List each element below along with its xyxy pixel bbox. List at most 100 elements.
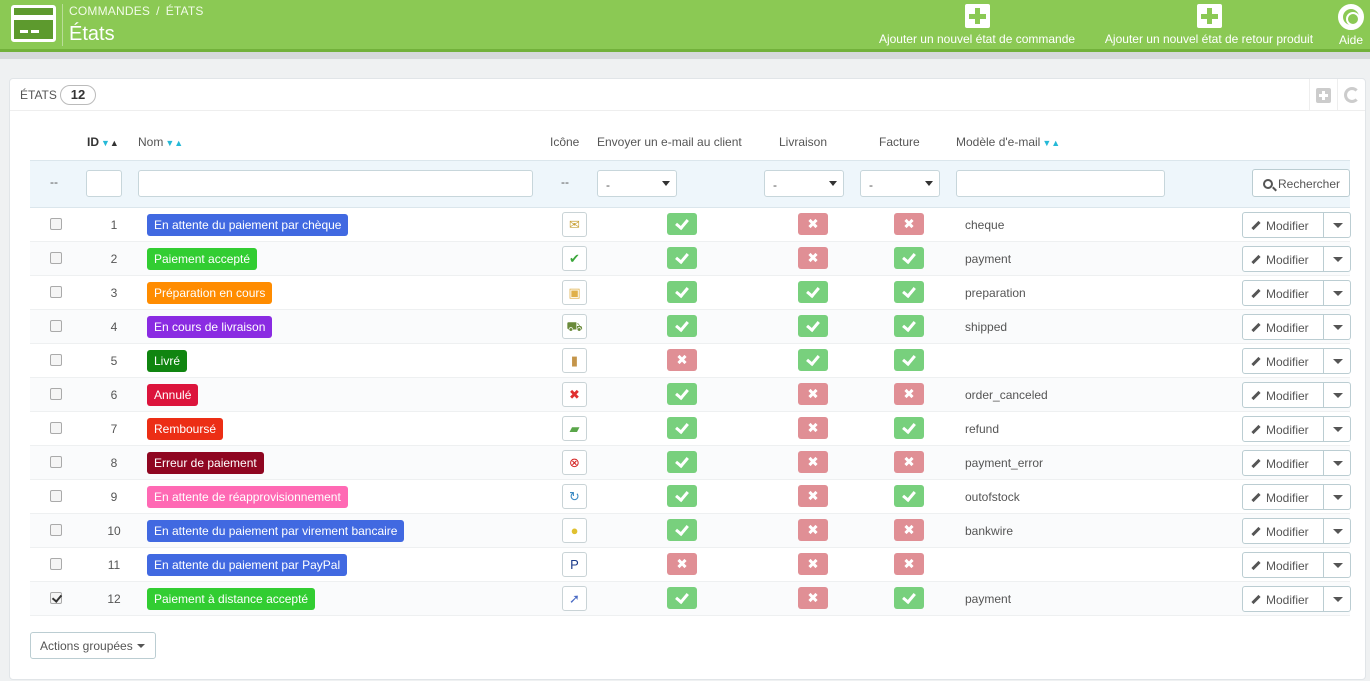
delivery-toggle[interactable] <box>798 553 828 575</box>
send-email-toggle[interactable] <box>667 587 697 609</box>
invoice-toggle[interactable] <box>894 587 924 609</box>
sort-asc-icon[interactable]: ▲ <box>110 138 119 148</box>
edit-button[interactable]: Modifier <box>1242 450 1324 476</box>
invoice-toggle[interactable] <box>894 383 924 405</box>
row-select-checkbox[interactable] <box>50 218 62 230</box>
add-new-tool-button[interactable] <box>1309 79 1337 111</box>
row-actions-dropdown[interactable] <box>1323 280 1351 306</box>
table-row[interactable]: 9 En attente de réapprovisionnement ↻ outof… <box>30 480 1351 514</box>
edit-button[interactable]: Modifier <box>1242 552 1324 578</box>
invoice-toggle[interactable] <box>894 417 924 439</box>
add-return-state-button[interactable]: Ajouter un nouvel état de retour produit <box>1095 4 1323 46</box>
send-email-toggle[interactable] <box>667 213 697 235</box>
delivery-toggle[interactable] <box>798 451 828 473</box>
edit-button[interactable]: Modifier <box>1242 280 1324 306</box>
row-select-checkbox[interactable] <box>50 456 62 468</box>
invoice-toggle[interactable] <box>894 247 924 269</box>
row-actions-dropdown[interactable] <box>1323 348 1351 374</box>
row-actions-dropdown[interactable] <box>1323 382 1351 408</box>
row-actions-dropdown[interactable] <box>1323 552 1351 578</box>
delivery-toggle[interactable] <box>798 281 828 303</box>
row-select-checkbox[interactable] <box>50 422 62 434</box>
send-email-toggle[interactable] <box>667 485 697 507</box>
row-actions-dropdown[interactable] <box>1323 518 1351 544</box>
send-email-toggle[interactable] <box>667 349 697 371</box>
row-select-checkbox[interactable] <box>50 490 62 502</box>
delivery-toggle[interactable] <box>798 383 828 405</box>
breadcrumb-orders[interactable]: COMMANDES <box>69 4 150 18</box>
bulk-actions-button[interactable]: Actions groupées <box>30 632 156 659</box>
refresh-list-button[interactable] <box>1337 79 1365 111</box>
delivery-toggle[interactable] <box>798 349 828 371</box>
filter-name-input[interactable] <box>138 170 533 197</box>
invoice-toggle[interactable] <box>894 315 924 337</box>
filter-template-input[interactable] <box>956 170 1165 197</box>
breadcrumb-states[interactable]: ÉTATS <box>166 4 204 18</box>
send-email-toggle[interactable] <box>667 383 697 405</box>
invoice-toggle[interactable] <box>894 213 924 235</box>
edit-button[interactable]: Modifier <box>1242 484 1324 510</box>
invoice-toggle[interactable] <box>894 553 924 575</box>
sort-asc-icon[interactable]: ▲ <box>1051 138 1060 148</box>
sort-asc-icon[interactable]: ▲ <box>174 138 183 148</box>
delivery-toggle[interactable] <box>798 213 828 235</box>
row-actions-dropdown[interactable] <box>1323 586 1351 612</box>
row-select-checkbox[interactable] <box>50 354 62 366</box>
row-actions-dropdown[interactable] <box>1323 484 1351 510</box>
delivery-toggle[interactable] <box>798 485 828 507</box>
row-actions-dropdown[interactable] <box>1323 314 1351 340</box>
row-actions-dropdown[interactable] <box>1323 416 1351 442</box>
table-row[interactable]: 4 En cours de livraison ⛟ shipped Modifier <box>30 310 1351 344</box>
row-select-checkbox[interactable] <box>50 252 62 264</box>
row-select-checkbox[interactable] <box>50 286 62 298</box>
edit-button[interactable]: Modifier <box>1242 212 1324 238</box>
delivery-toggle[interactable] <box>798 247 828 269</box>
delivery-toggle[interactable] <box>798 315 828 337</box>
edit-button[interactable]: Modifier <box>1242 314 1324 340</box>
row-select-checkbox[interactable] <box>50 592 62 604</box>
table-row[interactable]: 7 Remboursé ▰ refund Modifier <box>30 412 1351 446</box>
row-actions-dropdown[interactable] <box>1323 246 1351 272</box>
table-row[interactable]: 11 En attente du paiement par PayPal P Modi… <box>30 548 1351 582</box>
row-select-checkbox[interactable] <box>50 524 62 536</box>
edit-button[interactable]: Modifier <box>1242 518 1324 544</box>
send-email-toggle[interactable] <box>667 315 697 337</box>
delivery-toggle[interactable] <box>798 587 828 609</box>
edit-button[interactable]: Modifier <box>1242 416 1324 442</box>
send-email-toggle[interactable] <box>667 417 697 439</box>
invoice-toggle[interactable] <box>894 485 924 507</box>
filter-delivery-select[interactable]: - <box>764 170 844 197</box>
add-order-state-button[interactable]: Ajouter un nouvel état de commande <box>872 4 1082 46</box>
search-button[interactable]: Rechercher <box>1252 169 1350 197</box>
row-select-checkbox[interactable] <box>50 320 62 332</box>
help-button[interactable]: Aide <box>1335 4 1367 47</box>
row-select-checkbox[interactable] <box>50 558 62 570</box>
sort-desc-icon[interactable]: ▼ <box>101 138 110 148</box>
edit-button[interactable]: Modifier <box>1242 586 1324 612</box>
send-email-toggle[interactable] <box>667 281 697 303</box>
delivery-toggle[interactable] <box>798 417 828 439</box>
invoice-toggle[interactable] <box>894 451 924 473</box>
sort-desc-icon[interactable]: ▼ <box>165 138 174 148</box>
row-actions-dropdown[interactable] <box>1323 450 1351 476</box>
table-row[interactable]: 3 Préparation en cours ▣ preparation Modifie… <box>30 276 1351 310</box>
invoice-toggle[interactable] <box>894 349 924 371</box>
table-row[interactable]: 1 En attente du paiement par chèque ✉ chequ… <box>30 208 1351 242</box>
edit-button[interactable]: Modifier <box>1242 382 1324 408</box>
row-select-checkbox[interactable] <box>50 388 62 400</box>
table-row[interactable]: 8 Erreur de paiement ⊗ payment_error Modifie… <box>30 446 1351 480</box>
delivery-toggle[interactable] <box>798 519 828 541</box>
filter-send-email-select[interactable]: - <box>597 170 677 197</box>
send-email-toggle[interactable] <box>667 553 697 575</box>
send-email-toggle[interactable] <box>667 519 697 541</box>
table-row[interactable]: 6 Annulé ✖ order_canceled Modifier <box>30 378 1351 412</box>
send-email-toggle[interactable] <box>667 451 697 473</box>
table-row[interactable]: 5 Livré ▮ Modifier <box>30 344 1351 378</box>
send-email-toggle[interactable] <box>667 247 697 269</box>
invoice-toggle[interactable] <box>894 519 924 541</box>
invoice-toggle[interactable] <box>894 281 924 303</box>
filter-invoice-select[interactable]: - <box>860 170 940 197</box>
table-row[interactable]: 10 En attente du paiement par virement ba… <box>30 514 1351 548</box>
table-row[interactable]: 12 Paiement à distance accepté ➚ payment Mod… <box>30 582 1351 616</box>
sort-desc-icon[interactable]: ▼ <box>1042 138 1051 148</box>
